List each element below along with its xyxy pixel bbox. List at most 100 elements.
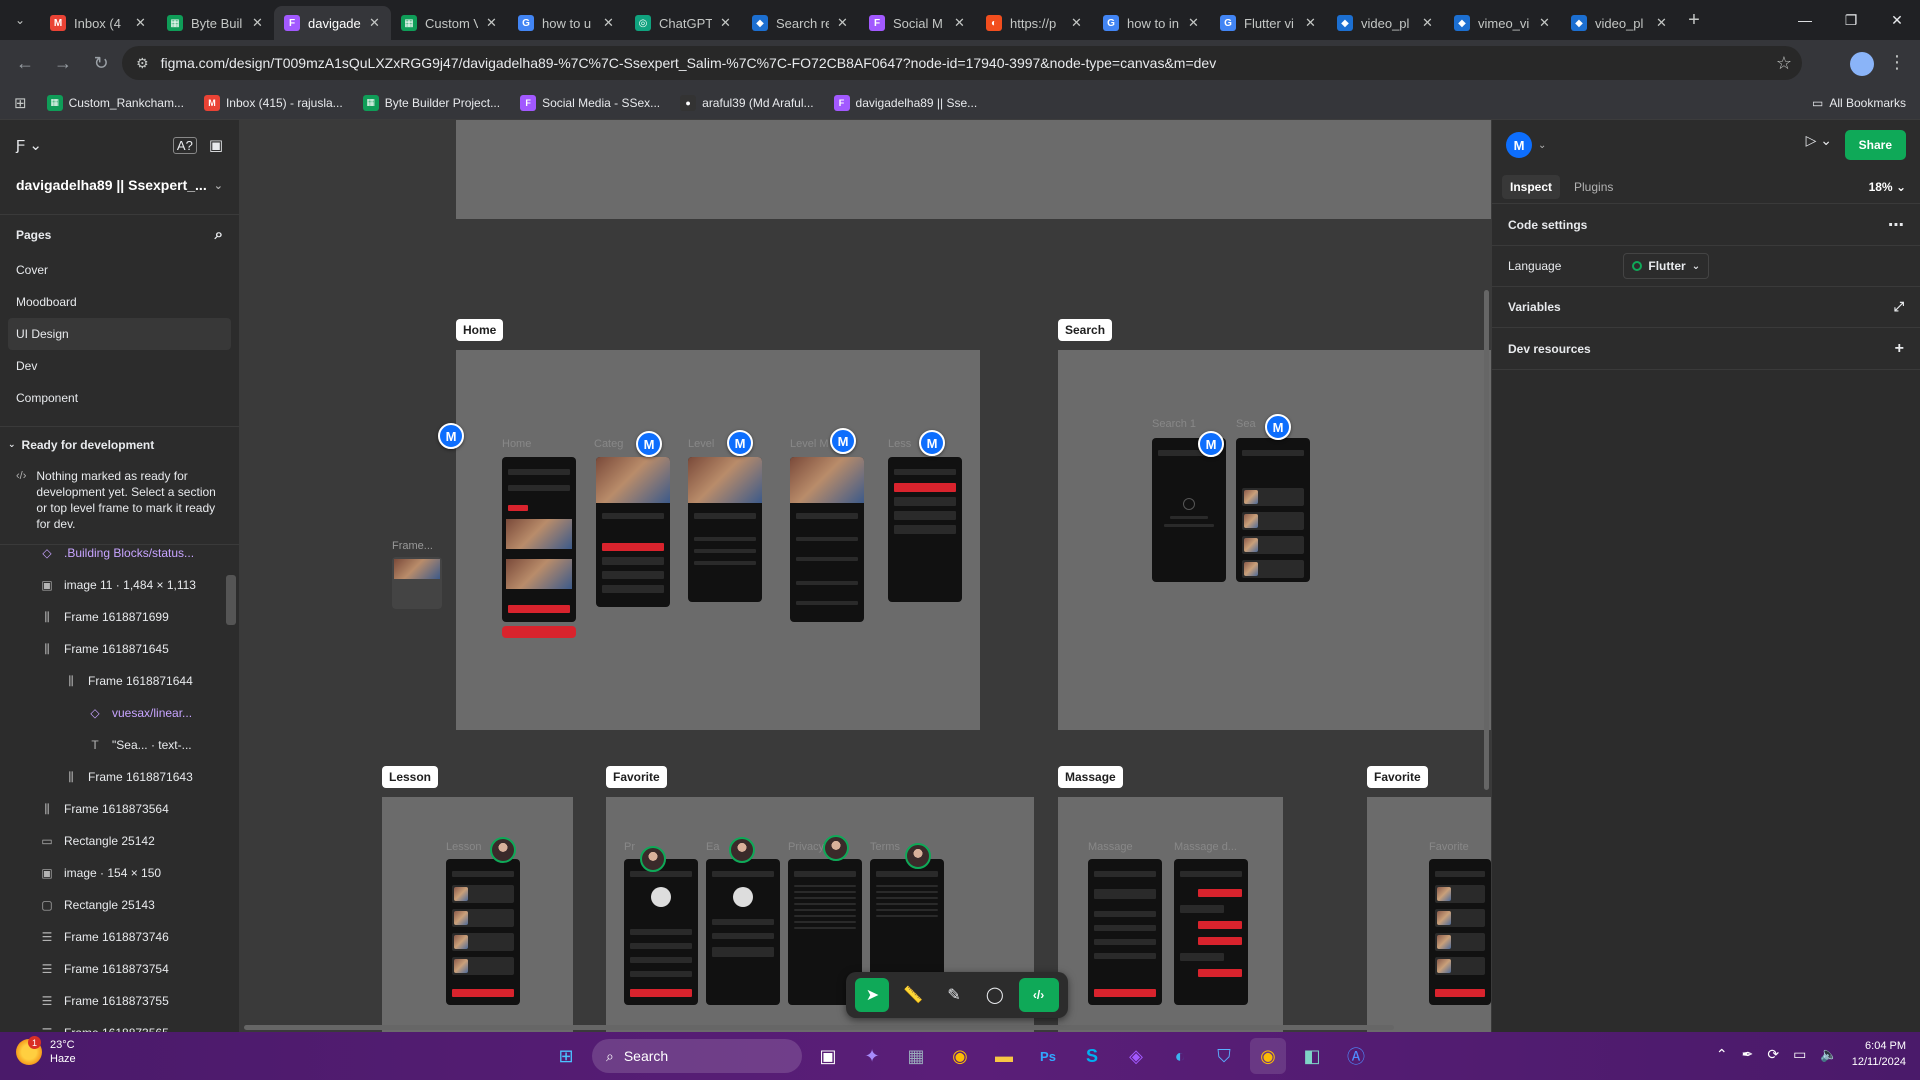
- browser-tab[interactable]: ◆ Search re ✕: [742, 6, 859, 40]
- photoshop-icon[interactable]: Ps: [1030, 1038, 1066, 1074]
- top-frame[interactable]: [456, 120, 1491, 219]
- measure-tool-icon[interactable]: 📏: [896, 978, 930, 1012]
- tab-close-icon[interactable]: ✕: [1539, 15, 1551, 31]
- left-frame-thumbnail[interactable]: [392, 557, 442, 609]
- category-screen-mockup[interactable]: [596, 457, 670, 607]
- browser-tab[interactable]: F davigade ✕: [274, 6, 391, 40]
- layers-scrollbar-thumb[interactable]: [226, 575, 236, 625]
- browser-tab[interactable]: ◆ video_pl ✕: [1561, 6, 1678, 40]
- browser-tab[interactable]: G how to u ✕: [508, 6, 625, 40]
- level-detail-screen-mockup[interactable]: [790, 457, 864, 622]
- lesson-list-screen-mockup[interactable]: [888, 457, 962, 602]
- figma-menu-icon[interactable]: Ƒ ⌄: [16, 136, 42, 154]
- dev-annotation-pin[interactable]: M: [919, 430, 945, 456]
- weather-widget[interactable]: 1 23°C Haze: [16, 1036, 76, 1066]
- tab-close-icon[interactable]: ✕: [369, 15, 381, 31]
- figma-icon[interactable]: ◈: [1118, 1038, 1154, 1074]
- browser-tab[interactable]: ▦ Byte Buil ✕: [157, 6, 274, 40]
- new-tab-plus-icon[interactable]: +: [1678, 4, 1710, 36]
- skype-icon[interactable]: S: [1074, 1038, 1110, 1074]
- layer-item[interactable]: ⫼ Frame 1618873564: [0, 793, 239, 825]
- bookmark-item[interactable]: F davigadelha89 || Sse...: [833, 94, 977, 111]
- search-results-screen-mockup[interactable]: [1236, 438, 1310, 582]
- add-icon[interactable]: +: [1895, 340, 1904, 358]
- lesson-section[interactable]: Lesson: [382, 797, 573, 1032]
- right-panel-tab[interactable]: Plugins: [1566, 175, 1621, 199]
- share-button[interactable]: Share: [1844, 130, 1906, 160]
- chrome-icon[interactable]: ◉: [942, 1038, 978, 1074]
- tab-close-icon[interactable]: ✕: [252, 15, 264, 31]
- tab-close-icon[interactable]: ✕: [1071, 15, 1083, 31]
- app-store-icon[interactable]: Ⓐ: [1338, 1038, 1374, 1074]
- tab-close-icon[interactable]: ✕: [486, 15, 498, 31]
- layer-item[interactable]: ▣ image · 154 × 150: [0, 857, 239, 889]
- file-name[interactable]: davigadelha89 || Ssexpert_... ⌄: [0, 170, 239, 200]
- network-icon[interactable]: ▭: [1793, 1046, 1806, 1063]
- favorite-screen-mockup[interactable]: [1429, 859, 1491, 1005]
- chevron-down-icon[interactable]: ⌄: [1538, 140, 1546, 151]
- ready-for-development-header[interactable]: ⌄ Ready for development: [0, 426, 239, 462]
- section-label-lesson[interactable]: Lesson: [382, 766, 439, 788]
- dev-annotation-pin[interactable]: M: [1198, 431, 1224, 457]
- chrome-running-icon[interactable]: ◉: [1250, 1038, 1286, 1074]
- copilot-icon[interactable]: ✦: [854, 1038, 890, 1074]
- tab-close-icon[interactable]: ✕: [1305, 15, 1317, 31]
- browser-tab[interactable]: G Flutter vi ✕: [1210, 6, 1327, 40]
- restore-icon[interactable]: ❐: [1828, 0, 1874, 40]
- layer-item[interactable]: ⫼ Frame 1618871699: [0, 601, 239, 633]
- taskbar-search[interactable]: ⌕ Search: [592, 1039, 802, 1073]
- tab-close-icon[interactable]: ✕: [135, 15, 147, 31]
- layer-item[interactable]: ⫼ Frame 1618871645: [0, 633, 239, 665]
- layer-item[interactable]: ◇ .Building Blocks/status...: [0, 537, 239, 569]
- search-icon[interactable]: ⌕: [215, 226, 223, 243]
- android-studio-icon[interactable]: ◧: [1294, 1038, 1330, 1074]
- tab-close-icon[interactable]: ✕: [1188, 15, 1200, 31]
- home-tabbar-mockup[interactable]: [502, 626, 576, 638]
- browser-tab[interactable]: ◎ ChatGPT ✕: [625, 6, 742, 40]
- present-play-icon[interactable]: ▷ ⌄: [1806, 132, 1832, 149]
- tab-close-icon[interactable]: ✕: [837, 15, 849, 31]
- browser-tab[interactable]: ◆ vimeo_vi ✕: [1444, 6, 1561, 40]
- shield-icon[interactable]: ⛉: [1206, 1038, 1242, 1074]
- favorite-section-2[interactable]: Favorite: [1367, 797, 1491, 1032]
- canvas-vertical-scrollbar[interactable]: [1484, 290, 1489, 790]
- level-screen-mockup[interactable]: [688, 457, 762, 602]
- dev-annotation-pin[interactable]: M: [830, 428, 856, 454]
- section-label-search[interactable]: Search: [1058, 319, 1113, 341]
- profile-avatar[interactable]: [1850, 52, 1874, 76]
- page-item[interactable]: Cover: [0, 254, 239, 286]
- tab-search-chevron-icon[interactable]: ⌄: [0, 0, 40, 40]
- chevron-down-icon[interactable]: ⌄: [214, 179, 223, 192]
- edit-profile-screen-mockup[interactable]: [706, 859, 780, 1005]
- section-label-favorite[interactable]: Favorite: [606, 766, 667, 788]
- browser-tab[interactable]: ◆ video_pl ✕: [1327, 6, 1444, 40]
- layer-item[interactable]: ▭ Rectangle 25142: [0, 825, 239, 857]
- volume-icon[interactable]: 🔈: [1820, 1046, 1837, 1063]
- page-item[interactable]: Component: [0, 382, 239, 414]
- layer-item[interactable]: ☰ Frame 1618873754: [0, 953, 239, 985]
- bookmark-item[interactable]: ▦ Custom_Rankcham...: [46, 94, 184, 111]
- all-bookmarks-button[interactable]: ▭ All Bookmarks: [1812, 96, 1906, 110]
- page-item[interactable]: Dev: [0, 350, 239, 382]
- browser-tab[interactable]: G how to in ✕: [1093, 6, 1210, 40]
- close-window-icon[interactable]: ✕: [1874, 0, 1920, 40]
- browser-tab[interactable]: ▦ Custom V ✕: [391, 6, 508, 40]
- apps-grid-icon[interactable]: ⊞: [14, 94, 27, 112]
- figma-canvas[interactable]: Home Home Categ Level Level M Less Frame…: [240, 120, 1491, 1032]
- section-label-favorite-2[interactable]: Favorite: [1367, 766, 1428, 788]
- edge-icon[interactable]: ◐: [1162, 1038, 1198, 1074]
- browser-tab[interactable]: F Social M ✕: [859, 6, 976, 40]
- minimize-icon[interactable]: —: [1782, 0, 1828, 40]
- ai-icon[interactable]: A?: [172, 136, 197, 154]
- more-options-icon[interactable]: ⋯: [1888, 215, 1904, 235]
- layers-scrollbar[interactable]: [226, 545, 236, 1025]
- dev-annotation-pin[interactable]: M: [636, 431, 662, 457]
- dev-mode-toggle-icon[interactable]: ‹/›: [1018, 978, 1059, 1012]
- layer-item[interactable]: ◇ vuesax/linear...: [0, 697, 239, 729]
- layer-item[interactable]: ⫼ Frame 1618871644: [0, 665, 239, 697]
- language-select[interactable]: Flutter ⌄: [1623, 253, 1710, 279]
- tab-close-icon[interactable]: ✕: [954, 15, 966, 31]
- bookmark-item[interactable]: M Inbox (415) - rajusla...: [203, 94, 343, 111]
- current-user-avatar[interactable]: M: [1506, 132, 1532, 158]
- massage-section[interactable]: Massage Massage d...: [1058, 797, 1283, 1032]
